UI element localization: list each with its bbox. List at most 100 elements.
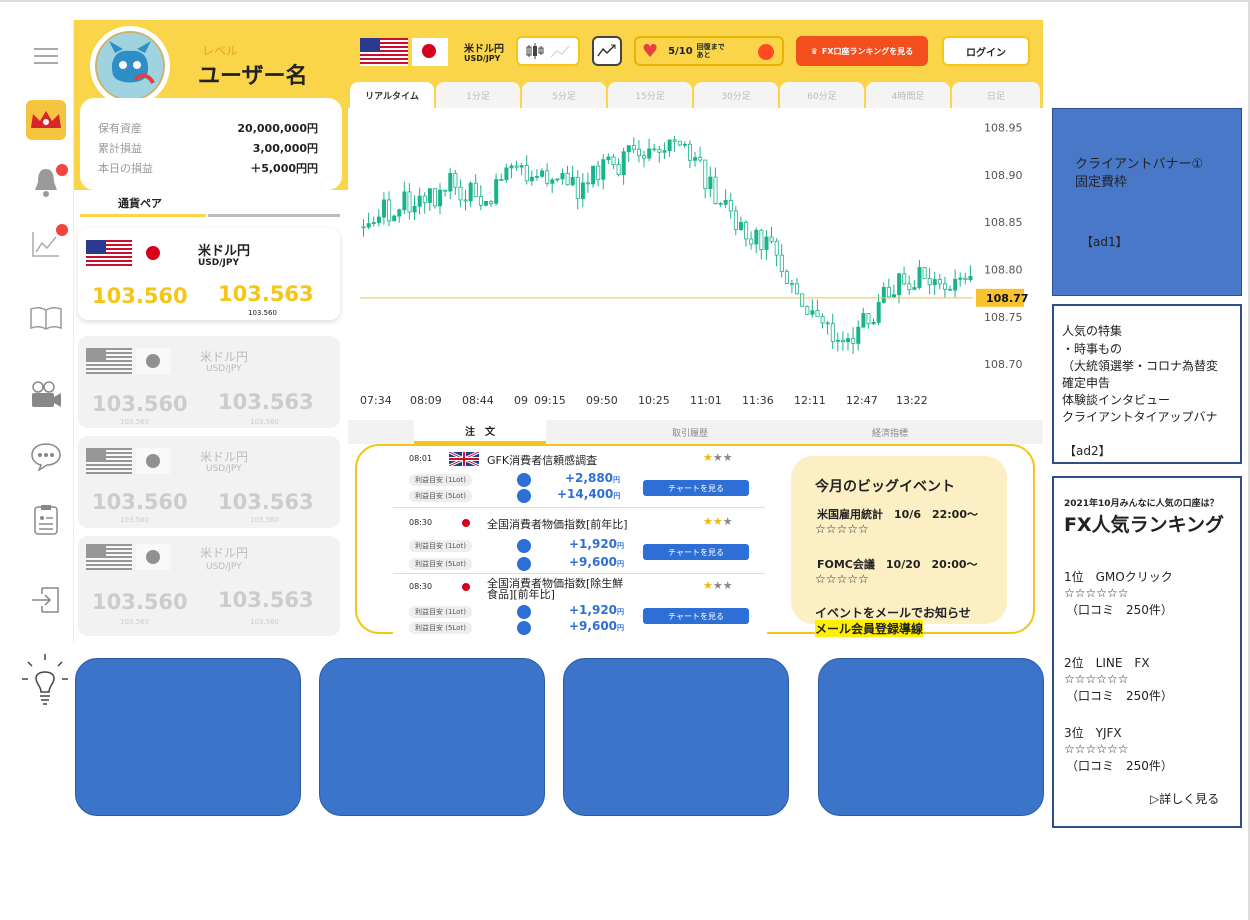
candle-body xyxy=(570,176,575,186)
candle-body xyxy=(805,305,810,315)
tab-5min[interactable]: 5分足 xyxy=(522,82,606,108)
candle-body xyxy=(361,226,366,229)
candle-body xyxy=(606,156,611,161)
x-tick-label: 11:36 xyxy=(742,394,774,407)
lightbulb-icon xyxy=(20,652,70,708)
tab-order[interactable]: 注 文 xyxy=(414,420,546,444)
tab-60min[interactable]: 60分足 xyxy=(780,82,864,108)
candle-body xyxy=(825,322,830,325)
email-signup-link[interactable]: メール会員登録導線 xyxy=(815,620,924,637)
tab-realtime[interactable]: リアルタイム xyxy=(350,82,434,108)
line-chart-toggle[interactable] xyxy=(592,36,622,66)
currency-pair-tab[interactable]: 通貨ペア xyxy=(74,190,348,218)
rank-item[interactable]: 3位 YJFX xyxy=(1064,726,1122,741)
us-flag-icon xyxy=(86,240,132,266)
x-tick-label: 11:01 xyxy=(690,394,722,407)
event-row: 08:30 全国消費者物価指数[除生鮮 食品][前年比] ★★★ 利益目安 (1L… xyxy=(393,576,765,635)
video-camera-icon[interactable] xyxy=(26,374,66,414)
candle-body xyxy=(937,279,942,285)
candle-body xyxy=(387,199,392,222)
candle-body xyxy=(642,155,647,159)
candle-body xyxy=(917,267,922,288)
top-bar: 米ドル円 USD/JPY ♥ 5/10 回復まで あと ♛ FX口座ランキングを見る… xyxy=(348,20,1043,84)
bell-icon[interactable] xyxy=(26,162,68,202)
profit-label: 利益目安 (5Lot) xyxy=(409,558,472,570)
tab-economic-indicators[interactable]: 経済指標 xyxy=(824,420,956,444)
logout-icon[interactable] xyxy=(26,580,66,620)
candle-body xyxy=(667,139,672,152)
candle-body xyxy=(902,273,907,285)
view-chart-button[interactable]: チャートを見る xyxy=(643,480,749,496)
stat-value: 3,00,000円 xyxy=(252,142,318,155)
ad2-line: 人気の特集 xyxy=(1062,324,1123,338)
candle-body xyxy=(733,210,738,230)
candlestick-toggle[interactable] xyxy=(516,36,580,66)
sell-badge xyxy=(517,557,531,571)
document-icon[interactable] xyxy=(26,500,66,540)
feature-card[interactable] xyxy=(319,658,545,816)
candle-body xyxy=(458,186,463,201)
candle-body xyxy=(376,216,381,223)
rank-item[interactable]: 2位 LINE FX xyxy=(1064,656,1150,671)
rank-reviews: （口コミ 250件） xyxy=(1066,759,1173,773)
rank-item[interactable]: 1位 GMOクリック xyxy=(1064,570,1173,585)
see-more-link[interactable]: ▷詳しく見る xyxy=(1150,792,1219,807)
ad-banner-2[interactable]: 人気の特集 ・時事もの （大統領選挙・コロナ為替変 確定申告 体験談インタビュー… xyxy=(1052,304,1242,464)
rank-stars: ☆☆☆☆☆☆ xyxy=(1064,742,1129,756)
tab-4hour[interactable]: 4時間足 xyxy=(866,82,950,108)
feature-card[interactable] xyxy=(563,658,789,816)
y-tick-label: 108.70 xyxy=(984,358,1023,371)
candle-body xyxy=(529,176,534,182)
candle-body xyxy=(677,140,682,146)
pair-name: 米ドル円 xyxy=(198,244,251,259)
feature-card[interactable] xyxy=(818,658,1044,816)
avatar[interactable] xyxy=(90,26,170,106)
price-chart[interactable]: 108.95 108.90 108.85 108.80 108.75 108.70 07:… xyxy=(348,108,1043,420)
view-chart-button[interactable]: チャートを見る xyxy=(643,544,749,560)
tab-daily[interactable]: 日足 xyxy=(952,82,1040,108)
bid-sub: 103.560 xyxy=(120,418,149,426)
level-label: レベル xyxy=(202,44,239,58)
pair-name: 米ドル円 xyxy=(200,546,249,560)
chart-icon[interactable] xyxy=(26,224,68,264)
y-tick-label: 108.95 xyxy=(984,121,1023,134)
ranking-caption: 2021年10月みんなに人気の口座は？ xyxy=(1064,499,1219,509)
tab-30min[interactable]: 30分足 xyxy=(694,82,778,108)
fx-ranking-button[interactable]: ♛ FX口座ランキングを見る xyxy=(796,36,928,66)
pair-card[interactable]: 米ドル円 USD/JPY 103.560 103.563 103.560 103… xyxy=(78,536,340,636)
event-time: 08:30 xyxy=(409,582,433,591)
tab-history[interactable]: 取引履歴 xyxy=(624,420,756,444)
book-icon[interactable] xyxy=(26,298,66,338)
big-event-stars: ☆☆☆☆☆ xyxy=(815,522,869,536)
x-tick-label: 09:15 xyxy=(534,394,566,407)
x-tick-label: 07:34 xyxy=(360,394,392,407)
event-row: 08:30 全国消費者物価指数[前年比] ★★★ 利益目安 (1Lot) +1,… xyxy=(393,512,765,574)
ask-price: 103.563 xyxy=(218,490,314,514)
notification-dot xyxy=(56,164,68,176)
candle-body xyxy=(494,179,499,204)
view-chart-button[interactable]: チャートを見る xyxy=(643,608,749,624)
pair-card[interactable]: 米ドル円 USD/JPY 103.560 103.563 103.560 103… xyxy=(78,336,340,428)
candle-body xyxy=(886,286,891,298)
us-flag-icon xyxy=(360,38,408,66)
chat-icon[interactable] xyxy=(26,436,66,476)
pair-card-selected[interactable]: 米ドル円 USD/JPY 103.560 103.563 103.560 xyxy=(78,228,340,320)
candle-body xyxy=(744,221,749,240)
menu-icon[interactable] xyxy=(26,36,66,76)
candle-body xyxy=(718,203,723,205)
ad1-line1: クライアントバナー① xyxy=(1075,157,1204,172)
login-button[interactable]: ログイン xyxy=(942,36,1030,66)
pair-card[interactable]: 米ドル円 USD/JPY 103.560 103.563 103.560 103… xyxy=(78,436,340,528)
pair-code: USD/JPY xyxy=(206,562,242,572)
ad-banner-1[interactable]: クライアントバナー① 固定費枠 【ad1】 xyxy=(1052,108,1242,296)
sell-badge xyxy=(517,473,531,487)
crown-icon[interactable] xyxy=(26,100,66,140)
candle-body xyxy=(693,157,698,161)
tab-1min[interactable]: 1分足 xyxy=(436,82,520,108)
life-gauge[interactable]: ♥ 5/10 回復まで あと xyxy=(634,36,784,66)
feature-card[interactable] xyxy=(75,658,301,816)
candle-body xyxy=(861,313,866,328)
event-title: 全国消費者物価指数[前年比] xyxy=(487,518,628,531)
tab-15min[interactable]: 15分足 xyxy=(608,82,692,108)
ask-sub: 103.560 xyxy=(250,516,279,524)
